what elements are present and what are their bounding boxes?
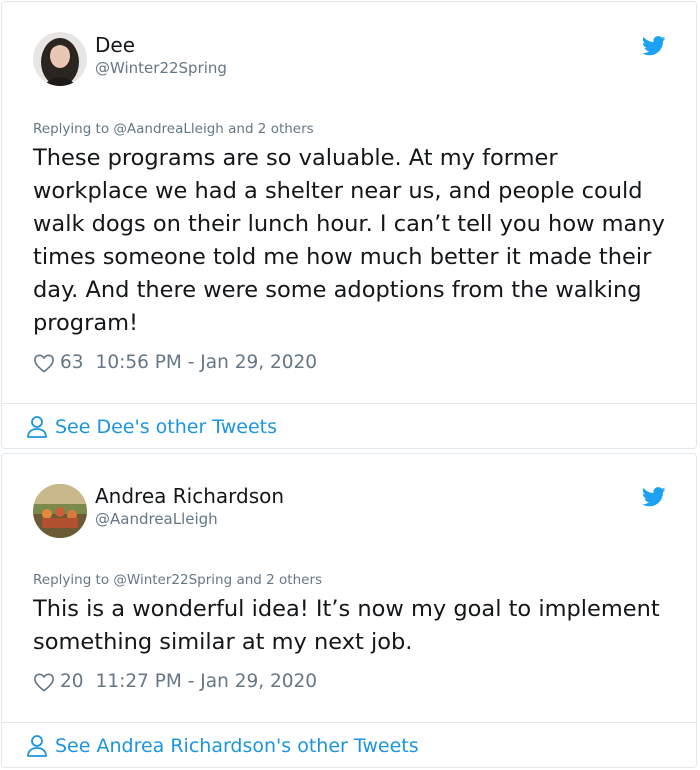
twitter-bird-icon[interactable]: [642, 36, 666, 56]
avatar-photo: [33, 32, 87, 86]
heart-icon[interactable]: [33, 672, 55, 692]
display-name[interactable]: Dee: [95, 33, 135, 57]
reply-mention-link[interactable]: @AandreaLleigh: [113, 121, 223, 137]
twitter-bird-icon[interactable]: [642, 487, 666, 507]
reply-prefix: Replying to: [33, 121, 114, 137]
see-other-tweets-label[interactable]: See Dee's other Tweets: [55, 416, 277, 438]
avatar[interactable]: [33, 484, 87, 538]
divider: [2, 403, 696, 404]
see-other-tweets-link[interactable]: See Andrea Richardson's other Tweets: [26, 734, 419, 758]
reply-prefix: Replying to: [33, 572, 114, 588]
display-name[interactable]: Andrea Richardson: [95, 484, 284, 508]
reply-suffix: and 2 others: [223, 121, 314, 137]
reply-suffix: and 2 others: [232, 572, 323, 588]
tweet-card[interactable]: Dee @Winter22Spring Replying to @Aandrea…: [1, 1, 697, 449]
heart-icon[interactable]: [33, 353, 55, 373]
reply-context: Replying to @AandreaLleigh and 2 others: [33, 121, 314, 137]
user-handle[interactable]: @AandreaLleigh: [95, 510, 218, 528]
timestamp[interactable]: 11:27 PM - Jan 29, 2020: [96, 671, 318, 692]
tweet-card[interactable]: Andrea Richardson @AandreaLleigh Replyin…: [1, 453, 697, 768]
person-icon: [27, 735, 47, 757]
user-handle[interactable]: @Winter22Spring: [95, 59, 227, 77]
tweet-meta: 63 10:56 PM - Jan 29, 2020: [33, 352, 317, 373]
timestamp[interactable]: 10:56 PM - Jan 29, 2020: [96, 352, 318, 373]
reply-mention-link[interactable]: @Winter22Spring: [113, 572, 232, 588]
divider: [2, 722, 696, 723]
tweet-text: This is a wonderful idea! It’s now my go…: [33, 596, 660, 655]
tweet-meta: 20 11:27 PM - Jan 29, 2020: [33, 671, 317, 692]
like-count[interactable]: 20: [60, 671, 84, 692]
see-other-tweets-link[interactable]: See Dee's other Tweets: [26, 415, 277, 439]
like-count[interactable]: 63: [60, 352, 84, 373]
tweet-text: These programs are so valuable. At my fo…: [33, 145, 665, 336]
reply-context: Replying to @Winter22Spring and 2 others: [33, 572, 322, 588]
see-other-tweets-label[interactable]: See Andrea Richardson's other Tweets: [55, 735, 419, 757]
person-icon: [27, 416, 47, 438]
avatar[interactable]: [33, 32, 87, 86]
avatar-photo: [33, 484, 87, 538]
